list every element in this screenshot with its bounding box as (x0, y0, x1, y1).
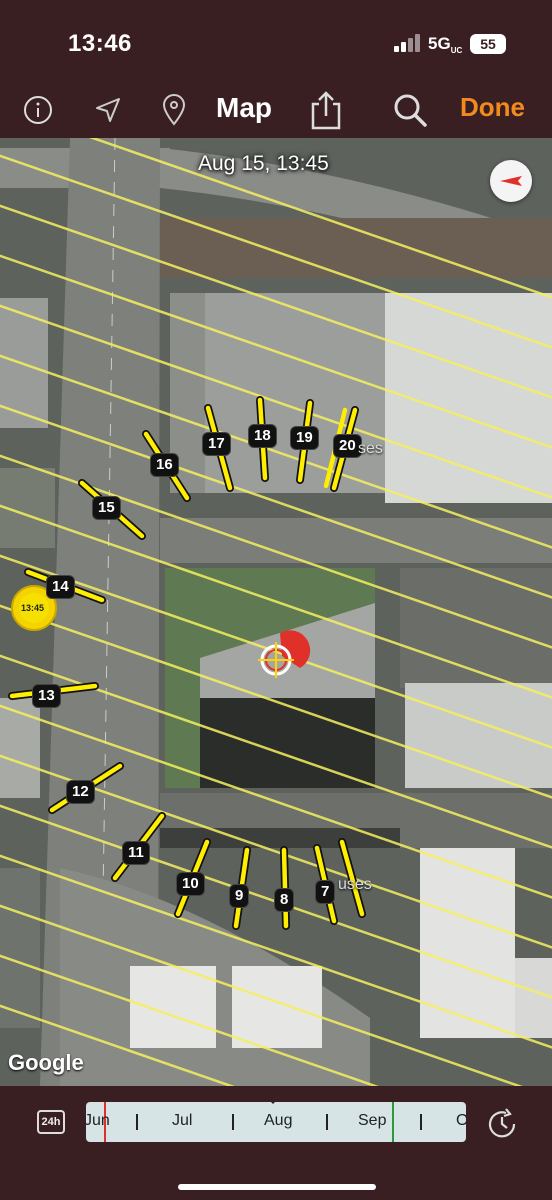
home-indicator (178, 1184, 376, 1190)
status-bar: 13:46 5GUC 55 (0, 0, 552, 80)
month-label-selected: Aug (264, 1112, 293, 1129)
month-label: Jun (86, 1112, 110, 1129)
scrubber-pointer (265, 1096, 281, 1104)
shadow-label: 18 (248, 424, 277, 448)
pin-icon[interactable] (154, 90, 194, 130)
place-label: uses (338, 876, 372, 893)
shadow-label: 17 (202, 432, 231, 456)
map-date-label: Aug 15, 13:45 (198, 152, 329, 175)
shadow-label: 8 (274, 888, 295, 912)
map-imagery (0, 138, 552, 1086)
month-tick (420, 1114, 422, 1130)
month-tick (232, 1114, 234, 1130)
page-title: Map (216, 92, 272, 123)
network-type: 5GUC (428, 34, 463, 56)
month-tick (136, 1114, 138, 1130)
timeline-bar: 24h Jun Jul Aug Sep O (0, 1086, 552, 1200)
share-icon[interactable] (306, 90, 346, 130)
place-label: ses (358, 440, 383, 457)
battery-icon: 55 (470, 34, 506, 54)
satellite-map[interactable]: Aug 15, 13:45 7 8 9 10 11 12 13 14 15 16… (0, 138, 552, 1086)
time-reset-icon[interactable] (484, 1106, 520, 1142)
signal-icon (394, 34, 422, 52)
month-label: O (456, 1112, 466, 1129)
info-icon[interactable] (18, 90, 58, 130)
shadow-label: 9 (229, 884, 250, 908)
month-tick (326, 1114, 328, 1130)
date-scrubber[interactable]: Jun Jul Aug Sep O (86, 1102, 466, 1142)
shadow-label: 11 (122, 841, 150, 865)
shadow-label: 15 (92, 496, 121, 520)
month-label: Sep (358, 1112, 387, 1129)
search-icon[interactable] (390, 90, 430, 130)
toolbar: Map Done (0, 80, 552, 138)
shadow-label: 19 (290, 426, 319, 450)
compass-icon[interactable] (490, 160, 532, 202)
location-arrow-icon[interactable] (88, 90, 128, 130)
sun-time-label: 13:45 (21, 603, 45, 613)
done-button[interactable]: Done (460, 92, 525, 123)
24h-toggle-button[interactable]: 24h (37, 1110, 65, 1134)
shadow-label: 12 (66, 780, 95, 804)
status-time: 13:46 (68, 30, 132, 57)
shadow-label: 10 (176, 872, 205, 896)
google-logo: Google (8, 1050, 84, 1075)
shadow-label: 16 (150, 453, 179, 477)
shadow-label: 13 (32, 684, 61, 708)
end-marker (392, 1102, 394, 1142)
shadow-label: 7 (315, 880, 336, 904)
month-label: Jul (172, 1112, 193, 1129)
shadow-label: 14 (46, 575, 75, 599)
